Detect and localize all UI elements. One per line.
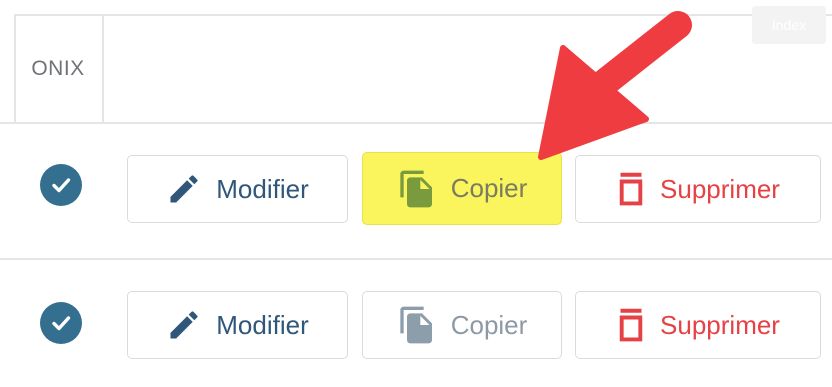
copy-icon	[397, 169, 437, 209]
modify-button-label: Modifier	[216, 173, 309, 204]
modify-button[interactable]: Modifier	[127, 291, 348, 359]
copy-button[interactable]: Copier	[362, 291, 562, 359]
header-bottom-border	[0, 122, 832, 124]
modify-button-label: Modifier	[216, 309, 309, 340]
copy-button[interactable]: Copier	[362, 152, 562, 225]
index-badge: Index	[752, 6, 826, 44]
delete-button[interactable]: Supprimer	[575, 291, 821, 359]
delete-button[interactable]: Supprimer	[575, 155, 821, 223]
pencil-icon	[166, 307, 202, 343]
check-circle-icon	[40, 302, 82, 344]
header-column-divider	[102, 14, 104, 122]
delete-button-label: Supprimer	[660, 309, 780, 340]
modify-button[interactable]: Modifier	[127, 155, 348, 223]
check-circle-icon	[40, 164, 82, 206]
trash-icon	[616, 307, 646, 343]
row-divider	[0, 258, 832, 260]
delete-button-label: Supprimer	[660, 173, 780, 204]
trash-icon	[616, 171, 646, 207]
copy-button-label: Copier	[450, 309, 528, 340]
copy-button-label: Copier	[450, 173, 528, 203]
header-top-border	[14, 14, 832, 16]
copy-icon	[397, 305, 437, 345]
column-header-onix: ONIX	[31, 57, 85, 80]
pencil-icon	[166, 171, 202, 207]
